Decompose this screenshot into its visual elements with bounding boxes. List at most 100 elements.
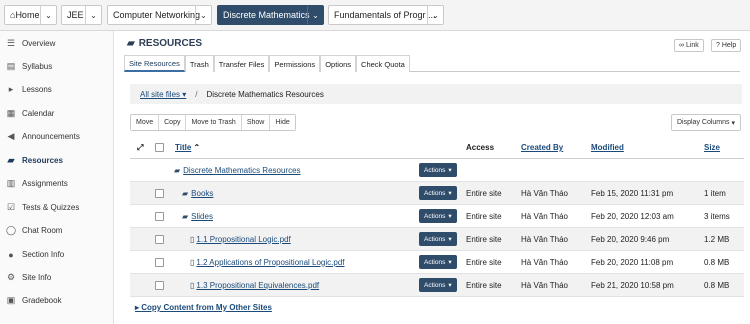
size-column-header[interactable]: Size [704, 137, 720, 158]
size-value: 3 items [704, 211, 730, 221]
modified-value: Feb 21, 2020 10:58 pm [591, 280, 674, 290]
site-navigation: ⌂Home ⌄ JEE ⌄ Computer Networking ⌄ Disc… [0, 0, 750, 31]
access-column-header: Access [466, 143, 495, 152]
created-by-value: Hà Văn Tháo [521, 257, 568, 267]
root-folder-link[interactable]: Discrete Mathematics Resources [183, 166, 300, 175]
sidebar-item-label: Section Info [22, 250, 65, 259]
actions-button[interactable]: Actions ▾ [419, 278, 457, 292]
sidebar-item-lessons[interactable]: ▸ Lessons [0, 78, 114, 101]
page-title: ▰ RESOURCES [127, 38, 202, 49]
tab-transfer-files[interactable]: Transfer Files [213, 55, 270, 72]
main-content: ▰ RESOURCES ∞ Link ? Help Site Resources… [115, 31, 750, 324]
sort-ascending-icon: ⌃ [193, 143, 201, 152]
site-tab-fundamentals[interactable]: Fundamentals of Progr ... ⌄ [328, 5, 444, 25]
chevron-down-icon[interactable]: ⌄ [307, 6, 323, 24]
modified-value: Feb 20, 2020 11:08 pm [591, 257, 674, 267]
display-columns-button[interactable]: Display Columns ▾ [671, 114, 741, 131]
actions-button[interactable]: Actions ▾ [419, 209, 457, 223]
tab-permissions[interactable]: Permissions [269, 55, 321, 72]
resource-link[interactable]: Slides [191, 212, 213, 221]
move-button[interactable]: Move [131, 115, 160, 130]
breadcrumb-current: Discrete Mathematics Resources [206, 89, 324, 99]
sidebar-item-announcements[interactable]: ◀ Announcements [0, 125, 114, 148]
sidebar-item-calendar[interactable]: ▦ Calendar [0, 102, 114, 125]
chevron-down-icon[interactable]: ⌄ [40, 6, 56, 24]
table-header-row: ⤢ Title ⌃ Access Created By Modified Siz… [130, 137, 744, 159]
access-value: Entire site [466, 211, 502, 221]
row-checkbox[interactable] [155, 234, 164, 244]
expand-all-icon[interactable]: ⤢ [137, 137, 143, 158]
tab-site-resources[interactable]: Site Resources [124, 55, 185, 72]
sidebar-item-section-info[interactable]: ● Section Info [0, 243, 114, 266]
copy-button[interactable]: Copy [159, 115, 187, 130]
table-row: ▰ Books Actions ▾ Entire site Hà Văn Tháo … [130, 182, 744, 205]
sidebar-item-label: Overview [22, 39, 56, 48]
access-value: Entire site [466, 234, 502, 244]
size-value: 1.2 MB [704, 234, 730, 244]
sidebar-item-label: Assignments [22, 179, 68, 188]
hide-button[interactable]: Hide [270, 115, 295, 130]
folder-icon: ▰ [182, 188, 189, 198]
copy-content-link[interactable]: ▸ Copy Content from My Other Sites [135, 303, 272, 312]
actions-button[interactable]: Actions ▾ [419, 163, 457, 177]
chevron-down-icon: ▾ [448, 213, 452, 220]
site-tab-computer-networking[interactable]: Computer Networking ⌄ [107, 5, 212, 25]
size-value: 0.8 MB [704, 280, 730, 290]
sidebar-item-site-info[interactable]: ⚙ Site Info [0, 266, 114, 289]
calendar-icon: ▦ [6, 108, 16, 118]
breadcrumb: All site files ▾ / Discrete Mathematics … [130, 84, 742, 104]
chevron-down-icon[interactable]: ⌄ [85, 6, 101, 24]
tab-trash[interactable]: Trash [184, 55, 214, 72]
actions-button[interactable]: Actions ▾ [419, 186, 457, 200]
sidebar-item-label: Lessons [22, 85, 52, 94]
resources-tabs: Site Resources Trash Transfer Files Perm… [124, 55, 740, 72]
resource-link[interactable]: 1.2 Applications of Propositional Logic.… [196, 258, 344, 267]
row-checkbox[interactable] [155, 211, 164, 221]
sidebar-item-gradebook[interactable]: ▣ Gradebook [0, 289, 114, 312]
breadcrumb-all-site-files[interactable]: All site files ▾ [130, 90, 186, 99]
sidebar-item-resources[interactable]: ▰ Resources [0, 149, 114, 172]
home-label: Home [15, 10, 40, 20]
modified-column-header[interactable]: Modified [591, 137, 624, 158]
table-row: ▯ 1.3 Propositional Equivalences.pdf Acti… [130, 274, 744, 297]
sidebar-item-tests-quizzes[interactable]: ☑ Tests & Quizzes [0, 196, 114, 219]
site-tab-jee[interactable]: JEE ⌄ [61, 5, 102, 25]
resource-link[interactable]: 1.1 Propositional Logic.pdf [196, 235, 290, 244]
actions-button[interactable]: Actions ▾ [419, 232, 457, 246]
table-row: ▰ Discrete Mathematics Resources Actions ▾ [130, 159, 744, 182]
chevron-right-icon: ▸ [135, 303, 140, 312]
chevron-down-icon: ▾ [448, 282, 452, 289]
user-icon: ● [8, 249, 14, 260]
resource-link[interactable]: 1.3 Propositional Equivalences.pdf [196, 281, 319, 290]
move-to-trash-button[interactable]: Move to Trash [186, 115, 242, 130]
tool-menu: ☰ Overview ▤ Syllabus ▸ Lessons ▦ Calendar ◀… [0, 31, 114, 324]
site-tab-discrete-mathematics[interactable]: Discrete Mathematics ⌄ [217, 5, 324, 25]
select-all-checkbox[interactable] [155, 143, 164, 152]
tab-options[interactable]: Options [320, 55, 357, 72]
chevron-down-icon[interactable]: ⌄ [427, 6, 443, 24]
created-by-column-header[interactable]: Created By [521, 137, 563, 158]
chevron-down-icon[interactable]: ⌄ [195, 6, 211, 24]
size-value: 1 item [704, 188, 726, 198]
sidebar-item-label: Gradebook [22, 296, 62, 305]
sidebar-item-chat-room[interactable]: ◯ Chat Room [0, 219, 114, 242]
access-value: Entire site [466, 280, 502, 290]
row-checkbox[interactable] [155, 280, 164, 290]
row-checkbox[interactable] [155, 257, 164, 267]
sidebar-item-syllabus[interactable]: ▤ Syllabus [0, 55, 114, 78]
row-checkbox[interactable] [155, 188, 164, 198]
home-site-tab[interactable]: ⌂Home ⌄ [4, 5, 57, 25]
checkbox-icon: ☑ [6, 202, 16, 212]
tab-check-quota[interactable]: Check Quota [356, 55, 410, 72]
sidebar-item-overview[interactable]: ☰ Overview [0, 32, 114, 55]
created-by-value: Hà Văn Tháo [521, 280, 568, 290]
title-column-header[interactable]: Title ⌃ [175, 137, 200, 158]
show-button[interactable]: Show [241, 115, 271, 130]
actions-button[interactable]: Actions ▾ [419, 255, 457, 269]
link-button[interactable]: ∞ Link [674, 39, 704, 52]
resource-link[interactable]: Books [191, 189, 213, 198]
help-button[interactable]: ? Help [711, 39, 742, 52]
table-row: ▰ Slides Actions ▾ Entire site Hà Văn Tháo… [130, 205, 744, 228]
pdf-file-icon: ▯ [190, 234, 195, 244]
sidebar-item-assignments[interactable]: ▥ Assignments [0, 172, 114, 195]
